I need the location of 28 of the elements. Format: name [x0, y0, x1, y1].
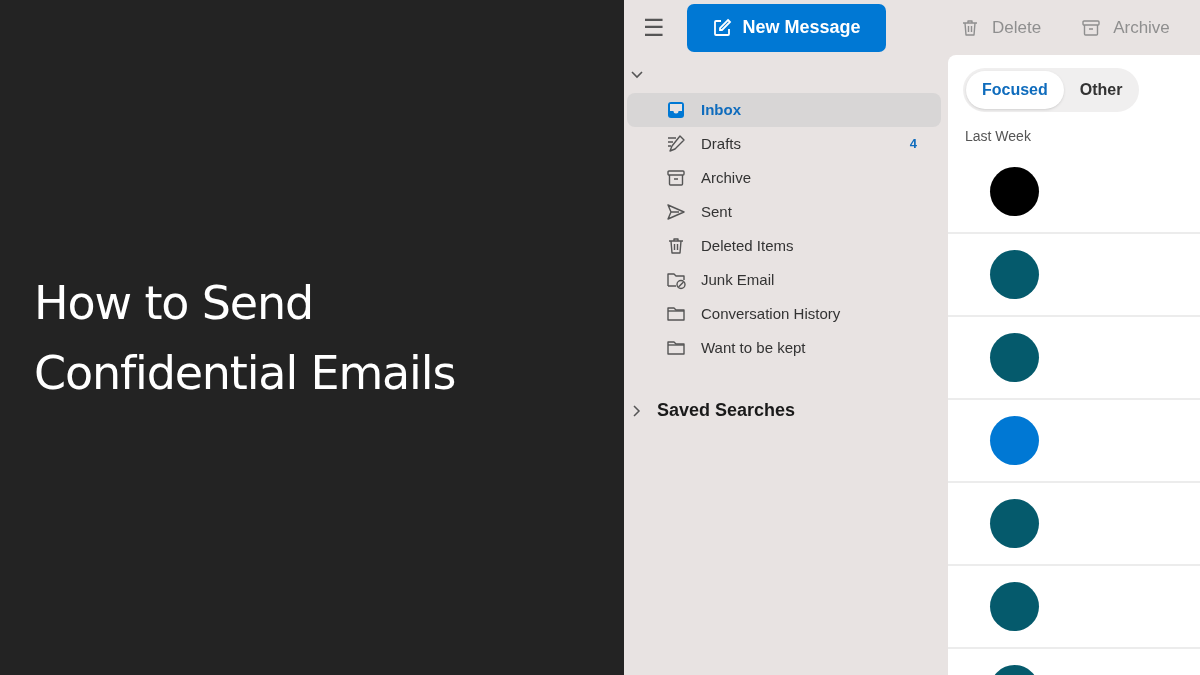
folder-item[interactable]: Sent: [627, 195, 941, 229]
tab[interactable]: Other: [1063, 71, 1139, 109]
paper-plane-icon: [666, 202, 686, 222]
saved-searches-heading[interactable]: Saved Searches: [657, 397, 796, 424]
archive-box-icon: [1081, 17, 1102, 38]
folder-item[interactable]: Archive: [627, 161, 941, 195]
new-message-button[interactable]: New Message: [687, 3, 886, 52]
folder-item[interactable]: Drafts 4: [627, 127, 941, 161]
folder-item[interactable]: Deleted Items: [627, 229, 941, 263]
compose-icon: [712, 17, 733, 38]
folder-item[interactable]: Junk Email: [627, 263, 941, 297]
folder-item[interactable]: Inbox: [627, 93, 941, 127]
folder-blocked-icon: [666, 270, 686, 290]
tab[interactable]: Focused: [966, 71, 1064, 109]
trash-icon: [960, 17, 980, 38]
archive-box-icon: [666, 168, 686, 188]
chevron-icon[interactable]: [630, 404, 642, 417]
folder-icon: [666, 304, 686, 324]
folder-item[interactable]: Conversation History: [627, 297, 941, 331]
trash-icon: [666, 236, 686, 256]
folder-icon: [666, 338, 686, 358]
unread-count: 4: [909, 135, 917, 154]
menu-button[interactable]: ☰: [634, 15, 674, 40]
pencil-icon: [666, 134, 686, 154]
group-header: Last Week: [965, 127, 1032, 146]
folder-item[interactable]: Want to be kept: [627, 331, 941, 365]
inbox-tray-icon: [666, 100, 686, 120]
headline: How to Send Confidential Emails: [34, 274, 457, 402]
